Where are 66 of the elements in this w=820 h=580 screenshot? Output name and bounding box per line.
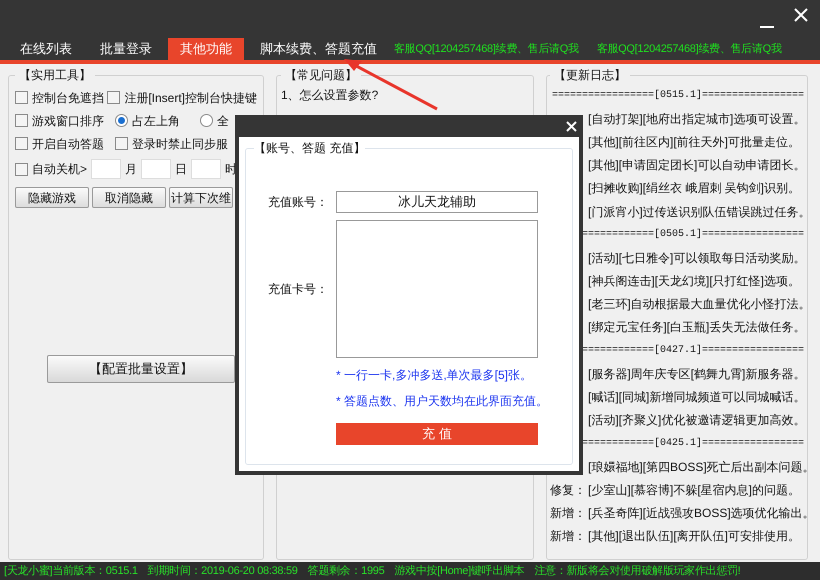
recharge-button[interactable]: 充 值 <box>336 423 538 445</box>
status-text: [天龙小蜜]当前版本：0515.1 <box>4 564 138 579</box>
action-button[interactable]: 计算下次维 <box>169 187 233 208</box>
entry-prefix: 新增： <box>550 529 586 544</box>
checkbox[interactable]: 自动关机> <box>15 160 88 178</box>
panel-title: 【更新日志】 <box>553 67 627 84</box>
version-separator: =================[0515.1]================= <box>552 88 804 104</box>
log-entry: [服务器]周年庆专区[鹤舞九霄]新服务器。 <box>588 366 806 383</box>
marquee-text: 客服QQ[1204257468]续费、售后请Q我 <box>596 42 782 57</box>
log-entry: [其他][退出队伍][离开队伍]可安排使用。 <box>588 528 800 546</box>
number-field[interactable] <box>141 159 172 179</box>
unit-label: 月 <box>125 161 138 178</box>
version-separator: ============[0425.1]================= <box>582 436 804 451</box>
group-title: 【账号、答题 充值】 <box>254 140 366 157</box>
panel-title: 【实用工具】 <box>18 67 92 84</box>
log-entry: [活动][七日雅令]可以领取每日活动奖励。 <box>588 250 806 267</box>
version-separator: ============[0505.1]================= <box>582 228 804 242</box>
checkbox[interactable]: 注册[Insert]控制台快捷键 <box>107 88 257 106</box>
status-text: 答题剩余：1995 <box>308 564 384 579</box>
log-entry: [门派宵小]过传送识别队伍错误跳过任务。 <box>588 204 807 221</box>
log-entry: [绑定元宝任务][白玉瓶]丢失无法做任务。 <box>588 319 806 336</box>
checkbox[interactable]: 开启自动答题 <box>15 134 115 152</box>
card-field[interactable] <box>336 220 538 358</box>
radio-option[interactable]: 全 <box>200 112 229 130</box>
hint-text: * 一行一卡,多冲多送,单次最多[5]张。 <box>336 367 534 384</box>
tab[interactable]: 在线列表 <box>8 38 84 60</box>
config-button[interactable]: 【配置批量设置】 <box>47 355 235 383</box>
faq-question: 1、怎么设置参数? <box>281 87 380 104</box>
panel-title: 【常见问题】 <box>284 67 358 84</box>
log-entry: [活动][齐聚义]优化被邀请逻辑更加高效。 <box>588 412 806 430</box>
checkbox[interactable]: 游戏窗口排序 <box>15 112 115 130</box>
action-button[interactable]: 取消隐藏 <box>92 187 166 208</box>
log-entry: [琅嬛福地][第四BOSS]死亡后出副本问题。 <box>588 458 807 476</box>
log-entry: [扫摊收购][绢丝衣 峨眉刺 吴钩剑]识别。 <box>588 180 800 198</box>
version-separator: ============[0427.1]================= <box>582 344 804 358</box>
status-text: 到期时间：2019-06-20 08:38:59 <box>148 564 298 579</box>
status-text: 游戏中按[Home]键呼出脚本 <box>394 564 524 579</box>
log-entry: [其他][前往区内][前往天外]可批量走位。 <box>588 134 800 151</box>
field-label: 充值卡号： <box>267 281 329 298</box>
log-entry: [兵圣奇阵][近战强攻BOSS]选项优化输出。 <box>588 504 807 522</box>
close-icon[interactable] <box>566 120 577 132</box>
tab[interactable]: 其他功能 <box>168 38 244 60</box>
number-field[interactable] <box>91 159 122 179</box>
checkbox[interactable]: 登录时禁止同步服 <box>115 134 228 152</box>
field-label: 充值账号： <box>267 194 329 211</box>
checkbox[interactable]: 控制台免遮挡 <box>15 88 108 106</box>
number-field[interactable] <box>191 159 222 179</box>
radio-option[interactable]: 占左上角 <box>115 112 200 130</box>
close-icon[interactable] <box>794 8 808 22</box>
log-entry: [神兵阁连击][天龙幻境][只打红怪]选项。 <box>588 273 800 290</box>
account-field[interactable]: 冰儿天龙辅助 <box>336 191 538 213</box>
log-entry: [其他][申请固定团长]可以自动申请团长。 <box>588 157 806 174</box>
marquee-text: 客服QQ[1204257468]续费、售后请Q我 <box>394 42 579 57</box>
hint-text: * 答题点数、用户天数均在此界面充值。 <box>336 393 550 410</box>
unit-label: 时 <box>225 161 238 178</box>
log-entry: [少室山][慕容博]不躲[星宿内息]的问题。 <box>588 482 800 499</box>
tab[interactable]: 批量登录 <box>88 38 164 60</box>
unit-label: 日 <box>175 161 188 178</box>
entry-prefix: 修复： <box>550 482 586 497</box>
log-entry: [老三环]自动根据最大血量优化小怪打法。 <box>588 296 807 314</box>
entry-prefix: 新增： <box>550 506 586 520</box>
log-entry: [自动打架][地府出指定城市]选项可设置。 <box>588 110 806 128</box>
action-button[interactable]: 隐藏游戏 <box>15 187 89 208</box>
log-entry: [喊话][同城]新增同城频道可以同城喊话。 <box>588 389 806 406</box>
status-text: 注意：新版将会对使用破解版玩家作出惩罚! <box>534 564 740 579</box>
tab[interactable]: 脚本续费、答题充值 <box>248 38 389 60</box>
